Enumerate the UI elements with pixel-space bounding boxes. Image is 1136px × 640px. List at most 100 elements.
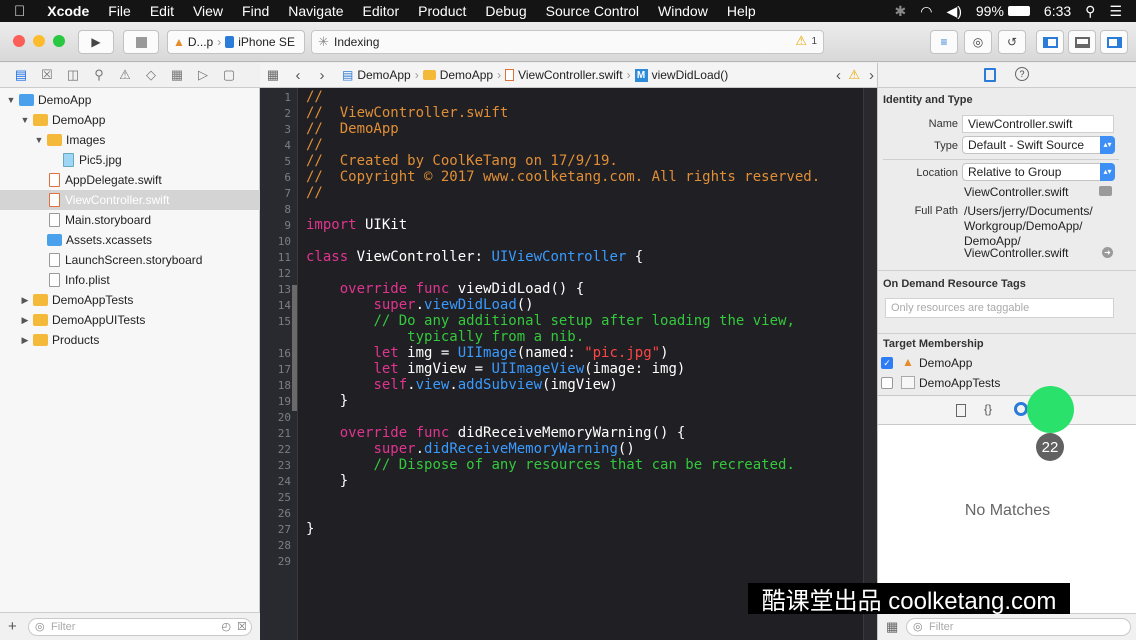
object-library-icon[interactable] [1014, 402, 1028, 416]
code-snippet-library-icon[interactable]: {} [984, 402, 992, 416]
menu-edit[interactable]: Edit [150, 3, 174, 19]
menu-navigate[interactable]: Navigate [288, 3, 343, 19]
crumb-method[interactable]: viewDidLoad() [652, 68, 729, 82]
crumb-file[interactable]: ViewController.swift [518, 68, 622, 82]
volume-icon[interactable]: ◀) [946, 3, 961, 20]
issue-navigator-icon[interactable]: ⚠ [112, 67, 138, 83]
disclosure-expanded-icon[interactable]: ▼ [34, 135, 44, 145]
menu-app-name[interactable]: Xcode [47, 3, 89, 19]
project-navigator-icon[interactable]: ▤ [8, 67, 34, 83]
editor-scrollbar[interactable] [863, 88, 877, 640]
run-button[interactable]: ▶ [78, 30, 114, 54]
file-template-library-icon[interactable] [956, 404, 966, 417]
assistant-editor-button[interactable]: ◎ [964, 30, 992, 54]
quick-help-icon[interactable]: ? [1015, 67, 1029, 81]
type-popup[interactable]: Default - Swift Source ▴▾ [962, 136, 1115, 154]
add-icon[interactable]: + [8, 618, 17, 635]
library-filter-input[interactable]: ◎ Filter [906, 618, 1131, 636]
disclosure-collapsed-icon[interactable]: ▶ [20, 315, 30, 326]
code-token: UIViewController [491, 249, 627, 265]
close-window-button[interactable] [13, 35, 25, 47]
next-issue-button[interactable]: › [869, 67, 874, 84]
menu-editor[interactable]: Editor [363, 3, 400, 19]
navigator-row[interactable]: ▶ DemoAppUITests [0, 310, 260, 330]
menu-product[interactable]: Product [418, 3, 466, 19]
debug-navigator-icon[interactable]: ▦ [164, 67, 190, 83]
odr-tags-field[interactable]: Only resources are taggable [885, 298, 1114, 318]
code-token: } [306, 521, 315, 537]
previous-issue-button[interactable]: ‹ [836, 67, 841, 84]
location-popup[interactable]: Relative to Group ▴▾ [962, 163, 1115, 181]
menu-debug[interactable]: Debug [485, 3, 526, 19]
file-inspector-icon[interactable] [984, 68, 996, 82]
disclosure-expanded-icon[interactable]: ▼ [20, 115, 30, 125]
version-editor-button[interactable]: ↺ [998, 30, 1026, 54]
crumb-project[interactable]: DemoApp [357, 68, 410, 82]
navigator-row[interactable]: Info.plist [0, 270, 260, 290]
menu-window[interactable]: Window [658, 3, 708, 19]
source-editor[interactable]: 1 2 3 4 5 6 7 8 9 10 11 12 13 14 15 16 17 18 19 20 21 22 23 24 2… [260, 88, 863, 640]
navigator-row[interactable]: Assets.xcassets [0, 230, 260, 250]
forward-button[interactable]: › [310, 67, 334, 84]
recent-files-icon[interactable]: ◴ [221, 620, 231, 633]
find-navigator-icon[interactable]: ⚲ [86, 67, 112, 83]
disclosure-collapsed-icon[interactable]: ▶ [20, 335, 30, 346]
reveal-in-finder-icon[interactable]: ➜ [1102, 247, 1113, 258]
breakpoint-navigator-icon[interactable]: ▷ [190, 67, 216, 83]
battery-icon[interactable] [1007, 6, 1030, 16]
symbol-navigator-icon[interactable]: ◫ [60, 67, 86, 83]
report-navigator-icon[interactable]: ▢ [216, 67, 242, 83]
navigator-row[interactable]: ▼ DemoApp [0, 90, 260, 110]
navigator-filter-input[interactable]: ◎ Filter ◴ ☒ [28, 618, 252, 636]
notification-center-icon[interactable]: ☰ [1109, 3, 1122, 20]
bluetooth-icon[interactable]: ✱ [895, 3, 907, 20]
navigator-row[interactable]: ▼ Images [0, 130, 260, 150]
warning-count[interactable]: 1 [811, 36, 817, 47]
filter-scm-icon[interactable]: ☒ [237, 620, 247, 633]
menu-find[interactable]: Find [242, 3, 269, 19]
menu-file[interactable]: File [108, 3, 131, 19]
minimize-window-button[interactable] [33, 35, 45, 47]
standard-editor-button[interactable]: ≡ [930, 30, 958, 54]
choose-folder-icon[interactable] [1099, 186, 1112, 196]
stop-button[interactable] [123, 30, 159, 54]
grid-view-icon[interactable]: ▦ [886, 619, 898, 635]
target-checkbox-demoapptests[interactable] [881, 377, 893, 389]
spotlight-search-icon[interactable]: ⚲ [1085, 3, 1095, 20]
navigator-row[interactable]: LaunchScreen.storyboard [0, 250, 260, 270]
warning-icon[interactable]: ⚠ [795, 33, 807, 49]
toggle-inspector-button[interactable] [1100, 30, 1128, 54]
wifi-icon[interactable]: ◠ [920, 3, 932, 20]
apple-menu-icon[interactable]:  [14, 3, 25, 20]
name-field[interactable]: ViewController.swift [962, 115, 1114, 133]
navigator-row[interactable]: ▶ DemoAppTests [0, 290, 260, 310]
disclosure-expanded-icon[interactable]: ▼ [6, 95, 16, 105]
navigator-row[interactable]: ▼ DemoApp [0, 110, 260, 130]
zoom-window-button[interactable] [53, 35, 65, 47]
navigator-row[interactable]: Pic5.jpg [0, 150, 260, 170]
test-navigator-icon[interactable]: ◇ [138, 67, 164, 83]
source-control-navigator-icon[interactable]: ☒ [34, 67, 60, 83]
menu-view[interactable]: View [193, 3, 223, 19]
toggle-debug-area-button[interactable] [1068, 30, 1096, 54]
warning-icon[interactable]: ⚠ [848, 67, 860, 83]
menu-help[interactable]: Help [727, 3, 756, 19]
target-checkbox-demoapp[interactable]: ✓ [881, 357, 893, 369]
crumb-group[interactable]: DemoApp [440, 68, 493, 82]
code-line: override func didReceiveMemoryWarning() … [306, 425, 686, 441]
menu-source-control[interactable]: Source Control [546, 3, 639, 19]
clock[interactable]: 6:33 [1044, 3, 1071, 19]
disclosure-collapsed-icon[interactable]: ▶ [20, 295, 30, 306]
navigator-row[interactable]: AppDelegate.swift [0, 170, 260, 190]
scheme-selector[interactable]: ▲ D...p › iPhone SE [167, 30, 305, 54]
related-items-icon[interactable]: ▦ [260, 67, 286, 83]
navigator-row[interactable]: ▶ Products [0, 330, 260, 350]
code-line: // Copyright © 2017 www.coolketang.com. … [306, 169, 820, 185]
navigator-row[interactable]: ViewController.swift [0, 190, 260, 210]
code-token: // Do any additional setup after loading… [373, 313, 795, 329]
navigator-row[interactable]: Main.storyboard [0, 210, 260, 230]
code-line: override func viewDidLoad() { [306, 281, 584, 297]
toggle-navigator-button[interactable] [1036, 30, 1064, 54]
project-icon [19, 94, 34, 106]
back-button[interactable]: ‹ [286, 67, 310, 84]
